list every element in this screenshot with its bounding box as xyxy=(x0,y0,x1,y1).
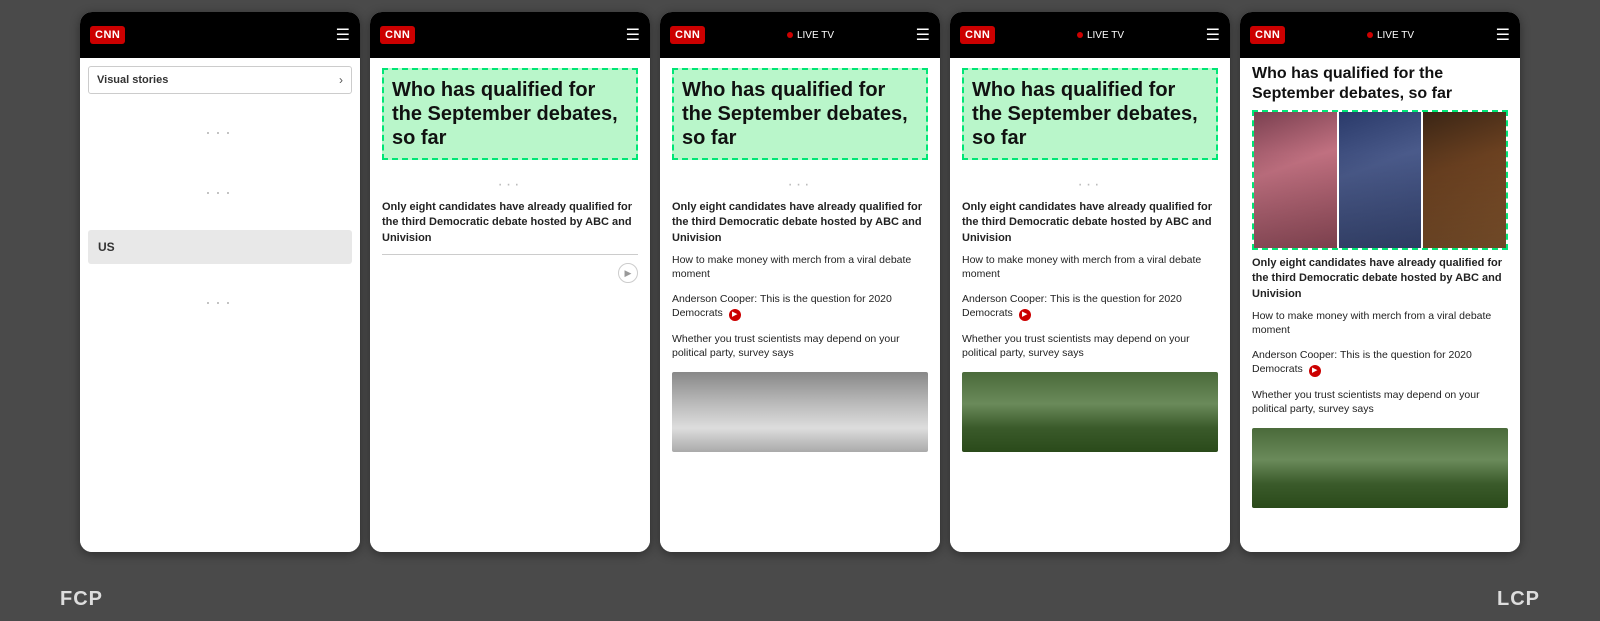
article-headline-3: Who has qualified for the September deba… xyxy=(672,68,928,160)
video-thumbnail-5[interactable] xyxy=(1252,428,1508,508)
dots-placeholder-3: ··· xyxy=(80,272,360,332)
phone-frame-2: CNN ☰ Who has qualified for the Septembe… xyxy=(370,12,650,552)
phone2-content: Who has qualified for the September deba… xyxy=(370,58,650,552)
cnn-logo-1: CNN xyxy=(90,26,125,44)
live-dot-3 xyxy=(787,32,793,38)
cnn-header-5: CNN LIVE TV ☰ xyxy=(1240,12,1520,58)
phone-frame-1: CNN ☰ Visual stories › ··· ··· US ··· xyxy=(80,12,360,552)
phone3-content: Who has qualified for the September deba… xyxy=(660,58,940,552)
play-button-2[interactable]: ▶ xyxy=(618,263,638,283)
dots-placeholder-2: ··· xyxy=(80,162,360,222)
sub-item-5-2: Anderson Cooper: This is the question fo… xyxy=(1252,349,1508,383)
cnn-logo-3: CNN xyxy=(670,26,705,44)
cnn-header-4: CNN LIVE TV ☰ xyxy=(950,12,1230,58)
video-thumbnail-4[interactable] xyxy=(962,372,1218,452)
lcp-label: LCP xyxy=(1497,588,1540,611)
cnn-header-2: CNN ☰ xyxy=(370,12,650,58)
article-body-5: Only eight candidates have already quali… xyxy=(1252,256,1508,302)
photo-harris xyxy=(1254,112,1337,248)
separator-2 xyxy=(382,254,638,255)
live-tv-badge-4: LIVE TV xyxy=(1077,30,1124,41)
hamburger-icon-5[interactable]: ☰ xyxy=(1496,25,1510,45)
sub-item-4-3: Whether you trust scientists may depend … xyxy=(962,333,1218,366)
sub-item-3-1: How to make money with merch from a vira… xyxy=(672,254,928,287)
sub-item-5-1: How to make money with merch from a vira… xyxy=(1252,310,1508,343)
article-headline-4: Who has qualified for the September deba… xyxy=(962,68,1218,160)
article-body-2: Only eight candidates have already quali… xyxy=(382,200,638,246)
us-section: US xyxy=(88,230,352,264)
article-content-5: Who has qualified for the September deba… xyxy=(1240,58,1520,518)
dots-row-3: ··· xyxy=(672,170,928,200)
sub-item-3-2: Anderson Cooper: This is the question fo… xyxy=(672,293,928,327)
article-content-2: Who has qualified for the September deba… xyxy=(370,58,650,297)
chevron-right-icon: › xyxy=(339,73,343,87)
sub-item-4-2: Anderson Cooper: This is the question fo… xyxy=(962,293,1218,327)
phone1-content: Visual stories › ··· ··· US ··· xyxy=(80,58,360,552)
play-icon-3-2[interactable]: ▶ xyxy=(729,309,741,321)
photo-booker xyxy=(1423,112,1506,248)
hamburger-icon-4[interactable]: ☰ xyxy=(1206,25,1220,45)
phone5-content: Who has qualified for the September deba… xyxy=(1240,58,1520,552)
phone4-content: Who has qualified for the September deba… xyxy=(950,58,1230,552)
article-content-3: Who has qualified for the September deba… xyxy=(660,58,940,462)
visual-stories-label: Visual stories xyxy=(97,74,168,86)
hamburger-icon-3[interactable]: ☰ xyxy=(916,25,930,45)
sub-item-3-3: Whether you trust scientists may depend … xyxy=(672,333,928,366)
play-icon-4-2[interactable]: ▶ xyxy=(1019,309,1031,321)
sub-item-4-1: How to make money with merch from a vira… xyxy=(962,254,1218,287)
dots-row-2: ··· xyxy=(382,170,638,200)
cnn-logo-4: CNN xyxy=(960,26,995,44)
live-tv-text-3: LIVE TV xyxy=(797,30,834,41)
live-dot-5 xyxy=(1367,32,1373,38)
article-headline-2: Who has qualified for the September deba… xyxy=(382,68,638,160)
phone-frame-4: CNN LIVE TV ☰ Who has qualified for the … xyxy=(950,12,1230,552)
sub-item-5-3: Whether you trust scientists may depend … xyxy=(1252,389,1508,422)
article-headline-5: Who has qualified for the September deba… xyxy=(1252,64,1508,104)
main-area: CNN ☰ Visual stories › ··· ··· US ··· CN xyxy=(0,0,1600,572)
cnn-header-3: CNN LIVE TV ☰ xyxy=(660,12,940,58)
cnn-logo-2: CNN xyxy=(380,26,415,44)
live-tv-text-4: LIVE TV xyxy=(1087,30,1124,41)
phone-frame-3: CNN LIVE TV ☰ Who has qualified for the … xyxy=(660,12,940,552)
hamburger-icon-2[interactable]: ☰ xyxy=(626,25,640,45)
phone-frame-5: CNN LIVE TV ☰ Who has qualified for the … xyxy=(1240,12,1520,552)
visual-stories-bar[interactable]: Visual stories › xyxy=(88,66,352,94)
article-body-4: Only eight candidates have already quali… xyxy=(962,200,1218,246)
video-thumbnail-3[interactable] xyxy=(672,372,928,452)
live-tv-text-5: LIVE TV xyxy=(1377,30,1414,41)
play-icon-5-2[interactable]: ▶ xyxy=(1309,365,1321,377)
hamburger-icon-1[interactable]: ☰ xyxy=(336,25,350,45)
photo-biden xyxy=(1339,112,1422,248)
dots-placeholder-1: ··· xyxy=(80,102,360,162)
live-dot-4 xyxy=(1077,32,1083,38)
photo-strip-5 xyxy=(1252,110,1508,250)
dots-row-4: ··· xyxy=(962,170,1218,200)
fcp-label: FCP xyxy=(60,588,103,611)
us-label: US xyxy=(98,240,115,254)
cnn-logo-5: CNN xyxy=(1250,26,1285,44)
cnn-header-1: CNN ☰ xyxy=(80,12,360,58)
footer-labels: FCP LCP xyxy=(0,572,1600,621)
article-body-3: Only eight candidates have already quali… xyxy=(672,200,928,246)
live-tv-badge-3: LIVE TV xyxy=(787,30,834,41)
live-tv-badge-5: LIVE TV xyxy=(1367,30,1414,41)
article-content-4: Who has qualified for the September deba… xyxy=(950,58,1230,462)
